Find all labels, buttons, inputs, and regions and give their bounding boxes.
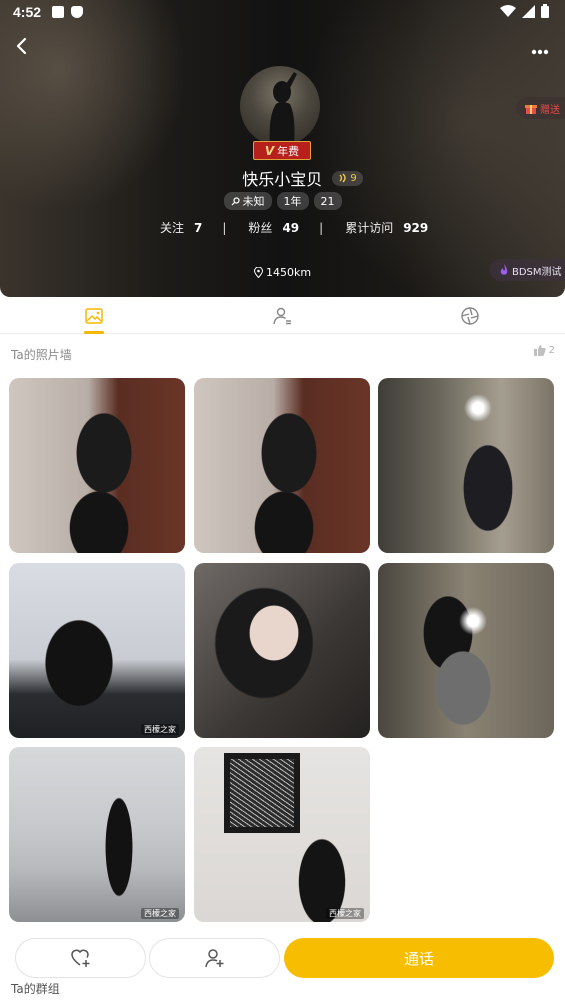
- signal-icon: [522, 4, 535, 18]
- stat-label: 粉丝: [248, 221, 273, 235]
- stat-value: 929: [403, 221, 429, 235]
- photo-icon: [85, 308, 103, 324]
- photo-watermark: 西檬之家: [141, 724, 179, 735]
- location: 1450km: [0, 266, 565, 279]
- follow-button[interactable]: [149, 938, 280, 978]
- location-pin-icon: [253, 267, 263, 278]
- more-button[interactable]: [531, 40, 549, 55]
- photo-item[interactable]: [378, 378, 554, 553]
- photo-watermark: 西檬之家: [326, 908, 364, 919]
- stat-visits[interactable]: 累计访问 929: [345, 219, 428, 236]
- age-tag: 21: [313, 192, 342, 210]
- photo-item[interactable]: 西檬之家: [9, 747, 185, 922]
- user-name: 快乐小宝贝: [242, 170, 323, 189]
- profile-tabs: [0, 297, 565, 334]
- thumbs-up-icon: [533, 345, 546, 356]
- gender-tag: 未知: [223, 192, 272, 210]
- bdsm-test-label: BDSM测试: [512, 266, 562, 278]
- bdsm-test-button[interactable]: BDSM测试: [490, 259, 565, 281]
- status-time: 4:52: [13, 4, 42, 20]
- sound-wave-icon: [339, 173, 347, 183]
- chevron-left-icon: [16, 37, 27, 55]
- location-distance: 1450km: [265, 266, 312, 279]
- status-bar: 4:52: [0, 0, 565, 26]
- avatar[interactable]: [240, 66, 320, 146]
- wifi-icon: [500, 4, 516, 17]
- stat-divider: |: [319, 220, 324, 235]
- vip-badge: V 年费: [253, 141, 311, 160]
- tab-moments[interactable]: [460, 306, 480, 326]
- photo-wall-likes[interactable]: 2: [533, 345, 555, 356]
- stat-divider: |: [222, 220, 227, 235]
- more-dots-icon: [531, 49, 549, 55]
- system-icons: [500, 4, 549, 18]
- bottom-action-bar: 通话: [0, 930, 565, 986]
- gender-tag-text: 未知: [242, 195, 265, 208]
- tab-info[interactable]: [272, 306, 292, 326]
- gift-button[interactable]: 赠送: [516, 97, 565, 119]
- photo-item[interactable]: 西檬之家: [194, 747, 370, 922]
- aperture-icon: [461, 307, 479, 325]
- stat-following[interactable]: 关注 7: [160, 219, 202, 236]
- battery-icon: [541, 4, 549, 18]
- tags-row: 未知 1年 21: [0, 192, 565, 210]
- gift-label: 赠送: [540, 104, 560, 116]
- level-badge: 9: [332, 170, 363, 186]
- photo-item[interactable]: [378, 563, 554, 738]
- user-plus-icon: [204, 949, 223, 968]
- vip-mark: V: [264, 143, 275, 158]
- avatar-silhouette: [269, 72, 297, 146]
- photo-watermark: 西檬之家: [141, 908, 179, 919]
- profile-header: 4:52 V 年费 快乐小宝贝 9 未知 1年 21 关注 7 | 粉丝 49 …: [0, 0, 565, 297]
- name-row: 快乐小宝贝 9: [0, 166, 565, 190]
- likes-count: 2: [548, 345, 555, 356]
- heart-plus-icon: [70, 949, 89, 967]
- photo-item[interactable]: 西檬之家: [9, 563, 185, 738]
- stat-fans[interactable]: 粉丝 49: [248, 219, 299, 236]
- level-value: 9: [350, 172, 357, 184]
- stats-row: 关注 7 | 粉丝 49 | 累计访问 929: [160, 219, 428, 236]
- active-tab-indicator: [84, 331, 104, 334]
- shield-icon: [71, 6, 83, 18]
- stat-value: 7: [194, 221, 203, 235]
- photo-item[interactable]: [194, 563, 370, 738]
- gift-icon: [525, 105, 537, 114]
- gender-icon: [231, 196, 240, 205]
- stat-label: 关注: [160, 221, 185, 235]
- call-button[interactable]: 通话: [284, 938, 554, 978]
- photo-item[interactable]: [9, 378, 185, 553]
- membership-tag: 1年: [276, 192, 309, 210]
- stat-value: 49: [282, 221, 300, 235]
- photo-wall-title: Ta的照片墙: [11, 348, 72, 362]
- flame-icon: [500, 263, 508, 275]
- back-button[interactable]: [12, 36, 32, 56]
- notification-icon: [52, 6, 64, 18]
- stat-label: 累计访问: [345, 221, 394, 235]
- photo-item[interactable]: [194, 378, 370, 553]
- like-button[interactable]: [15, 938, 146, 978]
- wall-art: [230, 759, 294, 827]
- group-section-title: Ta的群组: [11, 982, 60, 996]
- vip-label: 年费: [277, 144, 300, 158]
- tab-photos[interactable]: [84, 306, 104, 326]
- user-info-icon: [273, 307, 291, 325]
